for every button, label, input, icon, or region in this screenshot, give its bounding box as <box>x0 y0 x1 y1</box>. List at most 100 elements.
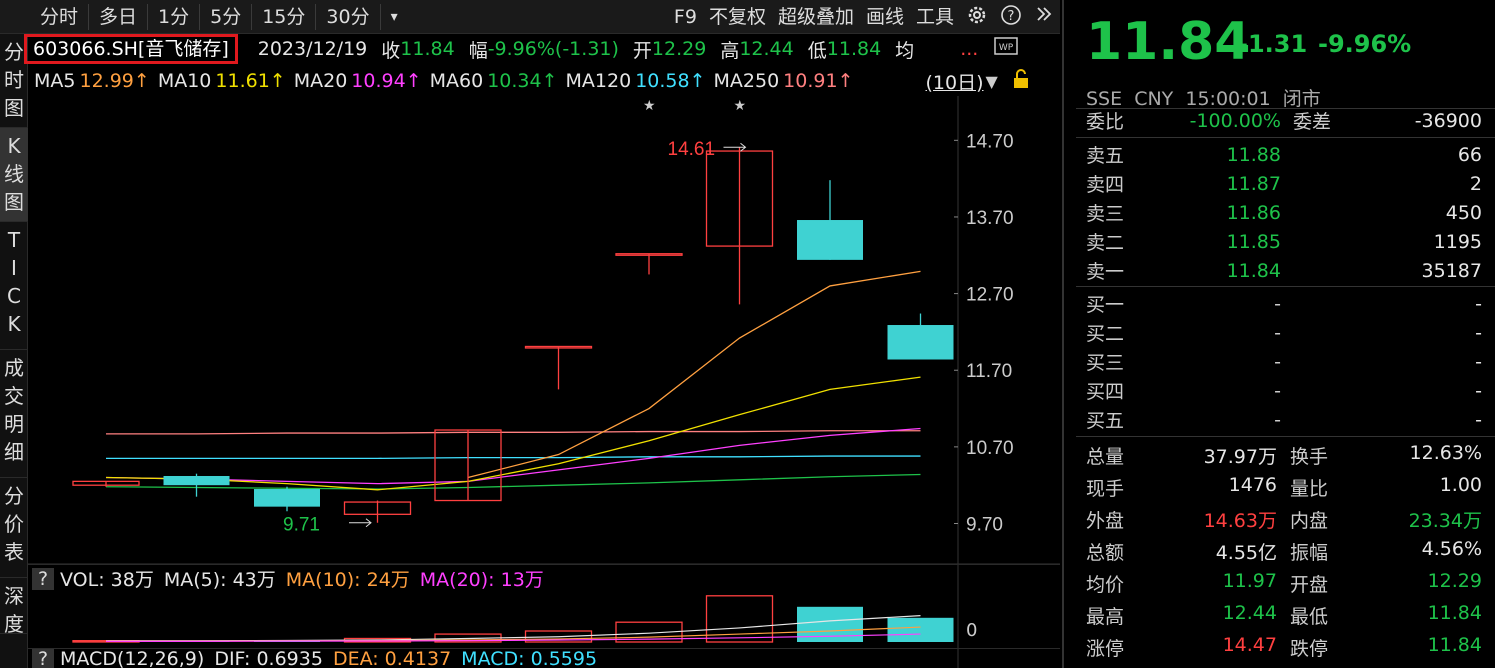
lock-icon[interactable] <box>1012 68 1030 94</box>
draw-button[interactable]: 画线 <box>860 4 910 30</box>
side-tabs: 分 时 图 K 线 图 T I C K 成 交 明 细 分 价 表 深 度 <box>0 34 28 668</box>
asks-volume: 66 <box>1457 143 1482 166</box>
bids-label: 买一 <box>1086 294 1125 316</box>
stat-label: 开盘 <box>1290 574 1329 596</box>
stat-label: 涨停 <box>1086 638 1125 660</box>
quote-info-bar: 603066.SH[音飞储存] 2023/12/19 收 11.84 幅 -9.… <box>24 34 1060 64</box>
weicha-label: 委差 <box>1293 111 1332 133</box>
stat-row: 涨停 14.47 跌停 11.84 <box>1086 630 1482 662</box>
side-tab-tick[interactable]: T I C K <box>0 222 28 350</box>
stat-label: 外盘 <box>1086 510 1125 532</box>
ma120-label: MA120 <box>565 70 632 92</box>
overlay-button[interactable]: 超级叠加 <box>772 4 860 30</box>
bids-volume: - <box>1475 292 1482 315</box>
y-axis-ticks: 14.70 13.70 12.70 11.70 10.70 9.70 <box>954 131 1014 536</box>
stat-label: 总额 <box>1086 542 1125 564</box>
bids-row: 买四 - - <box>1086 376 1482 405</box>
stat-label: 换手 <box>1290 446 1329 468</box>
macd-dif: DIF: 0.6935 <box>214 648 323 668</box>
stock-code-label[interactable]: 603066.SH[音飞储存] <box>24 34 238 64</box>
stat-label: 量比 <box>1290 478 1329 500</box>
gear-icon[interactable] <box>960 4 994 30</box>
bids-price: - <box>1274 350 1281 373</box>
tab-5min[interactable]: 5分 <box>200 3 253 30</box>
asks-price: 11.87 <box>1226 172 1281 195</box>
period-dropdown-arrow-icon[interactable]: ▼ <box>986 72 998 91</box>
low-annotation: 9.71 <box>283 515 320 536</box>
y-tick-label: 14.70 <box>966 131 1014 152</box>
side-tab-depth[interactable]: 深 度 <box>0 578 28 634</box>
candle-body <box>797 220 863 260</box>
low-value: 11.84 <box>826 38 882 60</box>
tab-multiday[interactable]: 多日 <box>89 3 149 30</box>
bids-row: 买三 - - <box>1086 347 1482 376</box>
bids-price: - <box>1274 292 1281 315</box>
annotations: 14.61 9.71 ★ ★ <box>283 98 747 536</box>
adjust-button[interactable]: 不复权 <box>703 4 772 30</box>
candle-body <box>887 325 954 360</box>
tab-30min[interactable]: 30分 <box>316 3 381 30</box>
more-dots[interactable]: ... <box>960 38 978 60</box>
asks-label: 卖二 <box>1086 232 1125 254</box>
bids-price: - <box>1274 321 1281 344</box>
asks-price: 11.88 <box>1226 143 1281 166</box>
price-change-pct: -9.96% <box>1318 30 1412 58</box>
stat-label: 总量 <box>1086 446 1125 468</box>
ma5-label: MA5 <box>34 70 76 92</box>
side-tab-trades[interactable]: 成 交 明 细 <box>0 350 28 478</box>
bids-price: - <box>1274 408 1281 431</box>
ma10-label: MA10 <box>157 70 212 92</box>
stat-value: 23.34万 <box>1408 510 1482 532</box>
ma60-value: 10.34↑ <box>487 70 558 92</box>
wp-icon[interactable]: WP <box>994 36 1019 63</box>
vol-zero-label: 0 <box>966 620 978 641</box>
vol-title: VOL: 38万 <box>60 569 154 591</box>
stat-row: 总额 4.55亿 振幅 4.56% <box>1086 534 1482 566</box>
macd-help-icon[interactable]: ? <box>32 649 54 668</box>
asks-price: 11.85 <box>1226 230 1281 253</box>
macd-legend: ? MACD(12,26,9) DIF: 0.6935 DEA: 0.4137 … <box>28 648 1060 668</box>
stat-label: 最低 <box>1290 606 1329 628</box>
help-icon[interactable]: ? <box>994 4 1028 30</box>
tools-button[interactable]: 工具 <box>910 4 960 30</box>
period-dropdown-icon[interactable]: ▾ <box>381 4 408 30</box>
bids-volume: - <box>1475 379 1482 402</box>
bids-label: 买五 <box>1086 410 1125 432</box>
weibi-row: 委比 -100.00% 委差 -36900 <box>1086 106 1482 135</box>
asks-row: 卖二 11.85 1195 <box>1086 227 1482 256</box>
stat-label: 均价 <box>1086 574 1125 596</box>
stat-label: 跌停 <box>1290 638 1329 660</box>
asks-label: 卖三 <box>1086 203 1125 225</box>
avg-label: 均 <box>895 39 915 62</box>
side-tab-price-table[interactable]: 分 价 表 <box>0 478 28 578</box>
asks-price: 11.86 <box>1226 201 1281 224</box>
period-selector[interactable]: (10日) <box>926 68 984 95</box>
tab-intraday[interactable]: 分时 <box>30 3 90 30</box>
stat-value: 11.84 <box>1427 602 1482 624</box>
stat-value: 12.44 <box>1222 602 1277 624</box>
f9-button[interactable]: F9 <box>668 4 703 30</box>
stat-value: 14.63万 <box>1203 510 1277 532</box>
ma-legend: MA5 12.99↑ MA10 11.61↑ MA20 10.94↑ MA60 … <box>28 66 1060 96</box>
volume-panel <box>72 595 954 643</box>
ma250-value: 10.91↑ <box>783 70 854 92</box>
ma20-value: 10.94↑ <box>351 70 422 92</box>
svg-text:WP: WP <box>999 43 1014 53</box>
side-tab-kline[interactable]: K 线 图 <box>0 128 28 222</box>
tab-15min[interactable]: 15分 <box>252 3 317 30</box>
y-tick-label: 13.70 <box>966 208 1014 229</box>
weicha-value: -36900 <box>1414 109 1482 132</box>
stat-value: 11.84 <box>1427 634 1482 656</box>
expand-icon[interactable] <box>1028 4 1060 30</box>
stat-row: 总量 37.97万 换手 12.63% <box>1086 438 1482 470</box>
asks-volume: 35187 <box>1421 259 1482 282</box>
tab-1min[interactable]: 1分 <box>148 3 201 30</box>
ma5-line <box>467 270 921 479</box>
toolbar-right: F9 不复权 超级叠加 画线 工具 ? <box>668 0 1060 34</box>
bids-label: 买四 <box>1086 381 1125 403</box>
arrow-icon <box>723 142 747 152</box>
asks-volume: 1195 <box>1433 230 1482 253</box>
vol-help-icon[interactable]: ? <box>32 567 54 590</box>
stat-label: 最高 <box>1086 606 1125 628</box>
stat-label: 内盘 <box>1290 510 1329 532</box>
